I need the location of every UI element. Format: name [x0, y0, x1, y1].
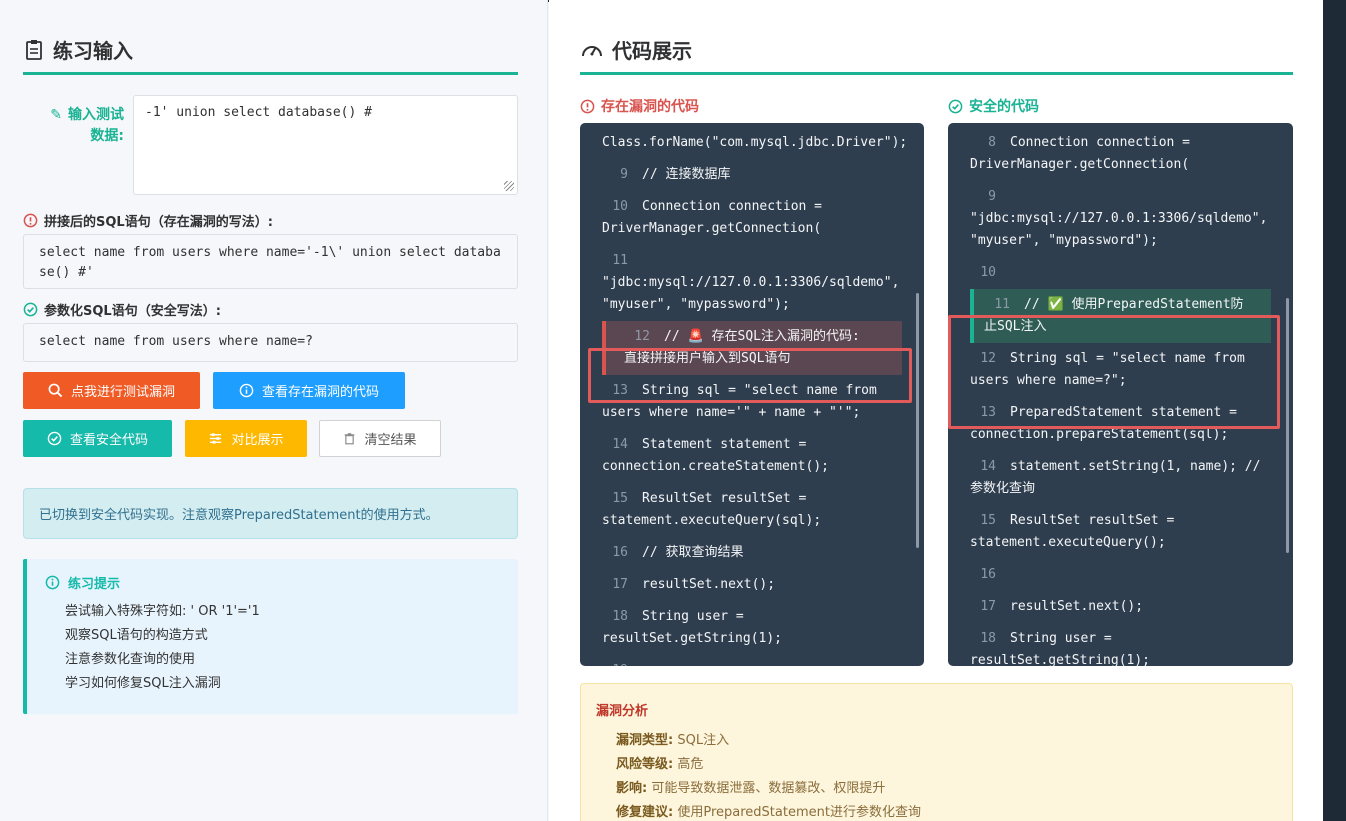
- status-notice: 已切换到安全代码实现。注意观察PreparedStatement的使用方式。: [23, 488, 518, 539]
- code-display-title: 代码展示: [580, 35, 692, 64]
- code-line: 15 ResultSet resultSet = statement.execut…: [602, 491, 822, 528]
- compare-button[interactable]: 对比展示: [185, 420, 307, 457]
- info-circle-icon: [239, 383, 254, 398]
- code-line: 18 String user = resultSet.getString(1);: [602, 609, 783, 646]
- code-line: 10 Connection connection = DriverManager.…: [602, 199, 830, 236]
- code-line: 9// 连接数据库: [620, 167, 731, 182]
- title-underline: [23, 72, 518, 75]
- tips-title: 练习提示: [45, 573, 500, 592]
- view-vulnerable-code-button[interactable]: 查看存在漏洞的代码: [213, 372, 405, 409]
- tip-item: 观察SQL语句的构造方式: [65, 628, 208, 643]
- practice-input-title: 练习输入: [23, 35, 133, 64]
- tip-item: 尝试输入特殊字符如: ' OR '1'='1: [65, 604, 260, 619]
- code-line: 11"jdbc:mysql://127.0.0.1:3306/sqldemo",…: [602, 253, 908, 312]
- test-vulnerability-button[interactable]: 点我进行测试漏洞: [23, 372, 200, 409]
- check-circle-icon: [948, 99, 963, 113]
- code-line: Class.forName("com.mysql.jdbc.Driver");: [602, 135, 908, 150]
- annotation-box-vulnerable: [588, 348, 912, 403]
- code-line: 14 Statement statement = connection.creat…: [602, 437, 829, 474]
- concat-sql-label: 拼接后的SQL语句（存在漏洞的写法）:: [23, 211, 273, 230]
- vulnerability-analysis: 漏洞分析 漏洞类型: SQL注入 风险等级: 高危 影响: 可能导致数据泄露、数…: [580, 683, 1293, 821]
- param-sql-display: select name from users where name=?: [23, 323, 518, 362]
- practice-tips: 练习提示 尝试输入特殊字符如: ' OR '1'='1 观察SQL语句的构造方式…: [23, 559, 518, 714]
- code-line: 8 Connection connection = DriverManager.g…: [970, 135, 1198, 172]
- trash-icon: [345, 433, 355, 445]
- sliders-icon: [210, 433, 222, 444]
- view-safe-code-button[interactable]: 查看安全代码: [23, 420, 172, 457]
- analysis-fix-row: 修复建议: 使用PreparedStatement进行参数化查询: [616, 805, 921, 820]
- vulnerable-code-heading: 存在漏洞的代码: [580, 96, 699, 116]
- analysis-impact-row: 影响: 可能导致数据泄露、数据篡改、权限提升: [616, 781, 886, 796]
- analysis-type-row: 漏洞类型: SQL注入: [616, 733, 730, 748]
- param-sql-label: 参数化SQL语句（安全写法）:: [23, 300, 221, 319]
- clear-results-button[interactable]: 清空结果: [319, 420, 441, 457]
- warning-circle-icon: [580, 99, 595, 113]
- warning-circle-icon: [23, 213, 38, 228]
- code-line: 9"jdbc:mysql://127.0.0.1:3306/sqldemo", …: [970, 189, 1276, 248]
- analysis-title: 漏洞分析: [596, 704, 649, 719]
- dashboard-icon: [582, 45, 602, 56]
- annotation-box-safe: [948, 315, 1280, 429]
- practice-input-panel: 练习输入 ✎ 输入测试数据: -1' union select database(…: [0, 0, 548, 821]
- safe-code-heading: 安全的代码: [948, 96, 1039, 116]
- test-data-input[interactable]: -1' union select database() #: [133, 95, 518, 195]
- check-circle-icon: [23, 302, 38, 317]
- code-line: 16: [980, 567, 996, 582]
- pencil-icon: ✎: [50, 107, 62, 123]
- code-line: 18 String user = resultSet.getString(1);: [970, 631, 1151, 666]
- title-underline: [580, 72, 1293, 75]
- tip-item: 学习如何修复SQL注入漏洞: [65, 676, 221, 691]
- resize-handle[interactable]: [504, 181, 514, 191]
- code-line: 15 ResultSet resultSet = statement.execut…: [970, 513, 1183, 550]
- code-line: 17 resultSet.next();: [980, 599, 1144, 614]
- code-line: 16// 获取查询结果: [612, 545, 744, 560]
- clipboard-icon: [26, 39, 42, 60]
- check-circle-icon: [47, 431, 62, 446]
- test-data-label: ✎ 输入测试数据:: [50, 107, 124, 144]
- code-line: 14 statement.setString(1, name); // 参数化查询: [970, 459, 1269, 496]
- code-scrollbar[interactable]: [1286, 298, 1289, 553]
- concat-sql-display: select name from users where name='-1\' …: [23, 234, 518, 289]
- info-circle-icon: [45, 575, 60, 590]
- code-line: 19: [580, 655, 924, 666]
- code-scrollbar[interactable]: [916, 293, 919, 548]
- tip-item: 注意参数化查询的使用: [65, 652, 196, 667]
- search-icon: [48, 383, 63, 398]
- analysis-risk-row: 风险等级: 高危: [616, 757, 704, 772]
- code-line: 17 resultSet.next();: [612, 577, 776, 592]
- code-line: 10: [980, 265, 996, 280]
- window-edge: [1323, 0, 1346, 821]
